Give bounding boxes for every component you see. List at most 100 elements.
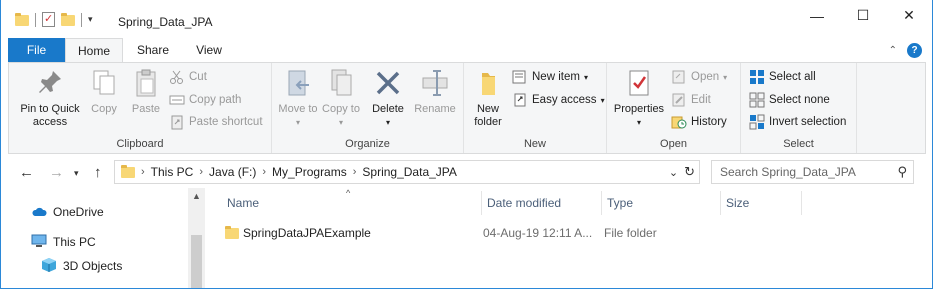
recent-locations-chevron-icon[interactable]: ▾ [74, 168, 79, 179]
search-icon[interactable]: ⚲ [897, 164, 907, 180]
easy-access-button[interactable]: Easy access ▾ [512, 90, 605, 110]
paste-shortcut-icon [169, 114, 185, 130]
breadcrumb-java-drive[interactable]: Java (F:) [209, 165, 256, 179]
table-row[interactable]: SpringDataJPAExample 04-Aug-19 12:11 A..… [224, 222, 804, 244]
new-folder-qat-icon[interactable] [61, 12, 75, 27]
window-title: Spring_Data_JPA [118, 15, 213, 29]
select-all-label: Select all [769, 71, 816, 83]
nav-item-3d-objects[interactable]: 3D Objects [41, 257, 122, 275]
properties-qat-icon[interactable] [42, 12, 55, 27]
open-button[interactable]: Open ▾ [671, 67, 727, 87]
file-name[interactable]: SpringDataJPAExample [243, 226, 371, 240]
new-group-label: New [523, 138, 546, 150]
copy-button[interactable]: Copy [87, 67, 121, 116]
close-button[interactable]: ✕ [886, 0, 932, 31]
new-item-label: New item [532, 71, 580, 83]
search-input[interactable] [712, 161, 882, 183]
up-arrow-icon[interactable]: ↑ [94, 164, 102, 181]
open-chevron-icon: ▾ [723, 72, 728, 82]
select-all-button[interactable]: Select all [749, 67, 816, 87]
organize-group-label: Organize [345, 138, 390, 150]
new-folder-button[interactable]: New folder [468, 67, 508, 129]
breadcrumb-this-pc[interactable]: This PC [151, 165, 194, 179]
breadcrumb-chevron-icon[interactable]: › [141, 166, 145, 178]
back-arrow-icon[interactable]: ← [19, 164, 34, 181]
scrollbar-thumb[interactable] [191, 235, 202, 288]
collapse-ribbon-chevron-up-icon[interactable]: ⌃ [889, 45, 897, 56]
properties-button[interactable]: Properties ▾ [611, 67, 667, 129]
open-label: Open [691, 71, 720, 83]
nav-item-onedrive[interactable]: OneDrive [31, 203, 104, 221]
new-folder-icon [473, 67, 503, 99]
tab-view[interactable]: View [183, 38, 235, 63]
customize-qat-chevron-icon[interactable]: ▾ [88, 14, 93, 25]
address-bar[interactable]: › This PC › Java (F:) › My_Programs › Sp… [114, 160, 700, 184]
breadcrumb-my-programs[interactable]: My_Programs [272, 165, 347, 179]
rename-label: Rename [414, 103, 456, 115]
tab-share[interactable]: Share [127, 38, 179, 63]
organize-group: Move to ▾ Copy to ▾ Delete ▾ Rename Orga… [272, 63, 464, 153]
select-group: Select all Select none Invert selection … [741, 63, 857, 153]
column-header-size[interactable]: Size [726, 194, 749, 218]
toolbar-divider [81, 12, 82, 27]
edit-button[interactable]: Edit [671, 90, 711, 110]
select-none-button[interactable]: Select none [749, 90, 830, 110]
copy-to-button[interactable]: Copy to ▾ [322, 67, 360, 129]
delete-x-icon [373, 67, 403, 99]
tab-file[interactable]: File [8, 38, 65, 63]
cut-button[interactable]: Cut [169, 67, 207, 87]
scroll-up-arrow-icon[interactable]: ▲ [192, 191, 201, 201]
copy-label: Copy [91, 103, 117, 115]
new-folder-label: New folder [474, 103, 502, 128]
column-divider[interactable] [801, 191, 802, 215]
column-divider[interactable] [601, 191, 602, 215]
new-item-icon [512, 69, 528, 85]
invert-selection-button[interactable]: Invert selection [749, 112, 846, 132]
column-divider[interactable] [481, 191, 482, 215]
copy-path-button[interactable]: Copy path [169, 90, 241, 110]
move-to-button[interactable]: Move to ▾ [278, 67, 318, 129]
move-to-icon [283, 67, 313, 99]
search-box[interactable]: ⚲ [711, 160, 914, 184]
column-header-date-modified[interactable]: Date modified [487, 194, 561, 218]
rename-button[interactable]: Rename [412, 67, 458, 116]
edit-icon [671, 92, 687, 108]
easy-access-chevron-icon: ▾ [600, 95, 605, 105]
forward-arrow-icon[interactable]: → [49, 164, 64, 181]
delete-button[interactable]: Delete ▾ [368, 67, 408, 129]
navigation-scrollbar[interactable]: ▲ [188, 188, 205, 288]
new-item-button[interactable]: New item ▾ [512, 67, 588, 87]
maximize-button[interactable]: ☐ [840, 0, 886, 31]
refresh-icon[interactable]: ↻ [684, 164, 695, 180]
breadcrumb-spring-data-jpa[interactable]: Spring_Data_JPA [362, 165, 457, 179]
delete-chevron-icon: ▾ [385, 118, 390, 127]
column-header-type[interactable]: Type [607, 194, 633, 218]
paste-shortcut-button[interactable]: Paste shortcut [169, 112, 263, 132]
pin-to-quick-access-button[interactable]: Pin to Quick access [15, 67, 85, 129]
toolbar-divider [35, 12, 36, 27]
nav-item-this-pc[interactable]: This PC [31, 233, 96, 251]
onedrive-cloud-icon [31, 205, 47, 220]
file-date-modified: 04-Aug-19 12:11 A... [483, 226, 593, 240]
copy-to-icon [326, 67, 356, 99]
cut-label: Cut [189, 71, 207, 83]
paste-button[interactable]: Paste [127, 67, 165, 116]
file-type: File folder [604, 226, 657, 240]
paste-shortcut-label: Paste shortcut [189, 116, 263, 128]
breadcrumb-chevron-icon[interactable]: › [262, 166, 266, 178]
address-controls: ⌄ ↻ [669, 164, 695, 180]
column-header-name[interactable]: Name [227, 194, 259, 218]
breadcrumb-chevron-icon[interactable]: › [199, 166, 203, 178]
edit-label: Edit [691, 94, 711, 106]
move-to-label: Move to [278, 103, 318, 115]
address-folder-icon [121, 165, 135, 179]
breadcrumb-chevron-icon[interactable]: › [353, 166, 357, 178]
history-button[interactable]: History [671, 112, 727, 132]
minimize-button[interactable]: — [794, 0, 840, 31]
computer-monitor-icon [31, 234, 47, 251]
address-history-chevron-icon[interactable]: ⌄ [669, 166, 678, 179]
help-icon[interactable]: ? [907, 43, 922, 58]
column-divider[interactable] [720, 191, 721, 215]
window-controls: — ☐ ✕ [794, 0, 932, 31]
tab-home[interactable]: Home [65, 38, 123, 63]
